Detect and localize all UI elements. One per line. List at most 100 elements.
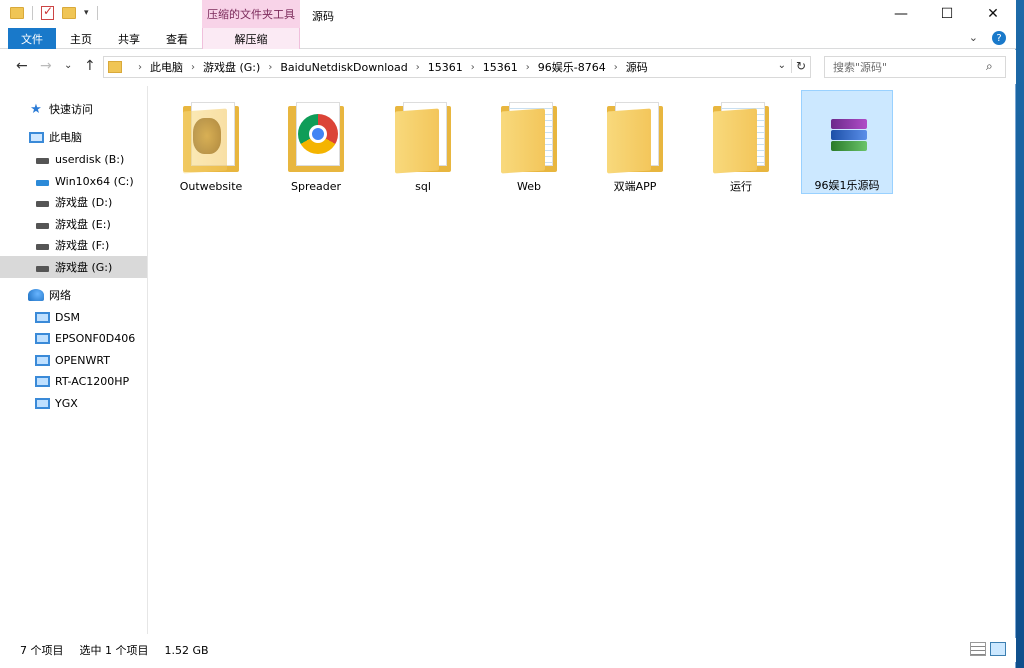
breadcrumb-item[interactable]: 15361 [483, 61, 518, 74]
search-icon[interactable]: ⌕ [986, 59, 1010, 74]
monitor-icon [34, 310, 50, 324]
help-icon[interactable]: ? [992, 31, 1006, 45]
nav-item-drive-d[interactable]: 游戏盘 (D:) [0, 191, 147, 213]
file-item-run[interactable]: 运行 [695, 90, 787, 194]
folder-icon [497, 96, 561, 176]
breadcrumb-item[interactable]: 源码 [626, 59, 648, 75]
breadcrumb: › 此电脑 › 游戏盘 (G:) › BaiduNetdiskDownload … [130, 59, 648, 75]
network-icon [28, 288, 44, 302]
file-name: Outwebsite [179, 180, 243, 193]
breadcrumb-item[interactable]: 游戏盘 (G:) [203, 59, 260, 75]
monitor-icon [34, 331, 50, 345]
chevron-right-icon[interactable]: › [526, 62, 530, 73]
selection-count: 选中 1 个项目 [79, 644, 149, 657]
tab-home[interactable]: 主页 [58, 28, 104, 49]
explorer-window: ▾ 压缩的文件夹工具 源码 — ☐ ✕ 文件 主页 共享 查看 解压缩 ⌄ ? … [0, 0, 1016, 668]
file-item-archive[interactable]: 96娱1乐源码 [801, 90, 893, 194]
address-bar[interactable]: › 此电脑 › 游戏盘 (G:) › BaiduNetdiskDownload … [103, 56, 811, 78]
nav-item-epson[interactable]: EPSONF0D406 [0, 327, 147, 349]
chevron-right-icon[interactable]: › [268, 62, 272, 73]
nav-item-label: 此电脑 [49, 131, 82, 144]
view-switcher [970, 642, 1006, 656]
nav-item-label: 快速访问 [49, 103, 93, 116]
file-item-sql[interactable]: sql [377, 90, 469, 194]
file-item-outwebsite[interactable]: Outwebsite [165, 90, 257, 194]
computer-icon [28, 130, 44, 144]
nav-item-drive-f[interactable]: 游戏盘 (F:) [0, 234, 147, 256]
minimize-button[interactable]: — [878, 0, 924, 28]
breadcrumb-item[interactable]: 此电脑 [150, 59, 183, 75]
forward-arrow-icon[interactable]: → [40, 58, 52, 74]
search-input[interactable]: 搜索"源码" [824, 56, 1006, 78]
status-bar: 7 个项目 选中 1 个项目 1.52 GB [0, 638, 1016, 662]
back-arrow-icon[interactable]: ← [16, 58, 28, 74]
file-item-dual-app[interactable]: 双端APP [589, 90, 681, 194]
nav-item-label: Win10x64 (C:) [55, 174, 134, 188]
file-name: 96娱1乐源码 [814, 179, 880, 192]
nav-item-label: 游戏盘 (G:) [55, 261, 113, 274]
nav-item-drive-e[interactable]: 游戏盘 (E:) [0, 213, 147, 235]
nav-item-label: 游戏盘 (E:) [55, 218, 111, 231]
nav-item-ygx[interactable]: YGX [0, 392, 147, 414]
nav-item-label: userdisk (B:) [55, 152, 125, 166]
breadcrumb-item[interactable]: 96娱乐-8764 [538, 59, 606, 75]
refresh-icon[interactable]: ↻ [790, 59, 806, 73]
folder-icon[interactable] [10, 7, 24, 19]
file-name: sql [415, 180, 431, 193]
nav-item-drive-c[interactable]: Win10x64 (C:) [0, 170, 147, 192]
nav-item-openwrt[interactable]: OPENWRT [0, 349, 147, 371]
nav-item-label: 游戏盘 (D:) [55, 196, 113, 209]
file-view[interactable]: Outwebsite Spreader sql Web 双端APP 运行 96娱… [150, 86, 1000, 634]
chevron-right-icon[interactable]: › [416, 62, 420, 73]
chevron-down-icon[interactable]: ⌄ [778, 60, 786, 71]
selection-size: 1.52 GB [164, 643, 209, 657]
nav-item-rt-ac1200hp[interactable]: RT-AC1200HP [0, 370, 147, 392]
nav-item-label: DSM [55, 310, 80, 324]
recent-locations-icon[interactable]: ⌄ [64, 60, 72, 71]
item-count: 7 个项目 [20, 644, 64, 657]
tab-file[interactable]: 文件 [8, 28, 56, 49]
details-view-icon[interactable] [970, 642, 986, 656]
close-button[interactable]: ✕ [970, 0, 1016, 28]
monitor-icon [34, 396, 50, 410]
rar-archive-icon [815, 97, 879, 173]
breadcrumb-item[interactable]: BaiduNetdiskDownload [280, 61, 407, 74]
large-icons-view-icon[interactable] [990, 642, 1006, 656]
nav-item-label: RT-AC1200HP [55, 374, 130, 388]
new-folder-icon[interactable] [62, 7, 76, 19]
navigation-pane: ★ 快速访问 此电脑 userdisk (B:) Win10x64 (C:) 游… [0, 86, 148, 634]
tab-view[interactable]: 查看 [154, 28, 200, 49]
tab-share[interactable]: 共享 [106, 28, 152, 49]
chevron-right-icon[interactable]: › [138, 62, 142, 73]
nav-item-network[interactable]: 网络 [0, 284, 147, 306]
customize-toolbar-icon[interactable]: ▾ [84, 8, 89, 18]
nav-item-dsm[interactable]: DSM [0, 306, 147, 328]
star-icon: ★ [30, 101, 42, 117]
chevron-right-icon[interactable]: › [614, 62, 618, 73]
properties-icon[interactable] [41, 4, 54, 20]
system-drive-icon [34, 174, 50, 188]
ribbon-tabs: 文件 主页 共享 查看 解压缩 ⌄ ? [0, 28, 1016, 49]
ribbon-controls: ⌄ ? [969, 31, 1006, 45]
breadcrumb-item[interactable]: 15361 [428, 61, 463, 74]
file-item-web[interactable]: Web [483, 90, 575, 194]
divider [96, 6, 98, 20]
nav-item-drive-b[interactable]: userdisk (B:) [0, 148, 147, 170]
nav-item-this-pc[interactable]: 此电脑 [0, 126, 147, 148]
tab-extract[interactable]: 解压缩 [202, 28, 300, 49]
file-item-spreader[interactable]: Spreader [270, 90, 362, 194]
title-bar: ▾ 压缩的文件夹工具 源码 — ☐ ✕ [0, 0, 1016, 28]
nav-item-label: 游戏盘 (F:) [55, 239, 110, 252]
nav-item-drive-g[interactable]: 游戏盘 (G:) [0, 256, 147, 278]
nav-item-quick-access[interactable]: ★ 快速访问 [0, 98, 147, 120]
nav-item-label: YGX [55, 396, 78, 410]
chevron-right-icon[interactable]: › [191, 62, 195, 73]
nav-item-label: 网络 [49, 289, 71, 302]
up-arrow-icon[interactable]: ↑ [84, 58, 96, 74]
drive-icon [34, 217, 50, 231]
divider [32, 6, 33, 20]
expand-ribbon-icon[interactable]: ⌄ [969, 31, 978, 45]
chevron-right-icon[interactable]: › [471, 62, 475, 73]
maximize-button[interactable]: ☐ [924, 0, 970, 28]
address-row: ← → ⌄ ↑ › 此电脑 › 游戏盘 (G:) › BaiduNetdiskD… [0, 50, 1016, 84]
